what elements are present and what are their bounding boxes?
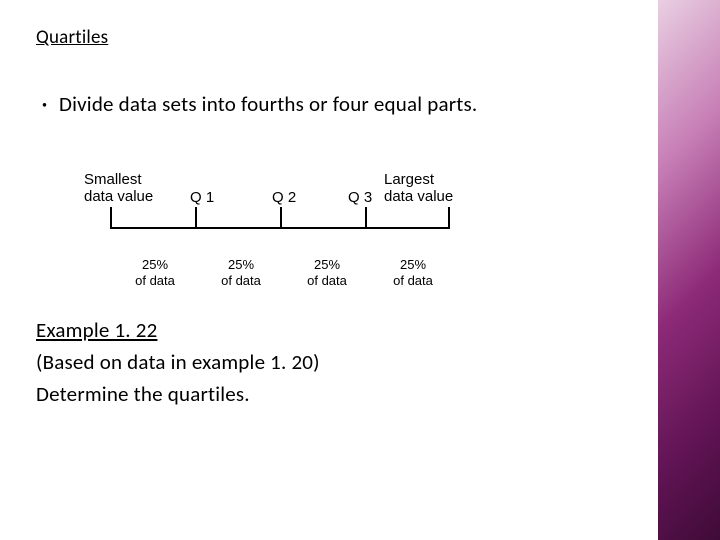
segment-4-pct: 25% — [378, 257, 448, 273]
segment-3-pct: 25% — [292, 257, 362, 273]
segment-1-text: of data — [120, 273, 190, 289]
example-line-2: Determine the quartiles. — [36, 381, 684, 407]
label-smallest: Smallest data value — [84, 171, 153, 206]
slide-title: Quartiles — [36, 26, 684, 49]
segment-4-text: of data — [378, 273, 448, 289]
example-block: Example 1. 22 (Based on data in example … — [36, 317, 684, 407]
label-q1: Q 1 — [190, 189, 214, 206]
bullet-text: Divide data sets into fourths or four eq… — [59, 91, 477, 117]
slide-content: Quartiles • Divide data sets into fourth… — [0, 0, 720, 407]
segment-1-pct: 25% — [120, 257, 190, 273]
segment-2-text: of data — [206, 273, 276, 289]
tick-q2 — [280, 207, 282, 229]
example-heading: Example 1. 22 — [36, 317, 684, 343]
bullet-row: • Divide data sets into fourths or four … — [42, 91, 684, 119]
number-line — [110, 227, 450, 251]
side-accent — [658, 0, 720, 540]
tick-max — [448, 207, 450, 229]
segment-3: 25% of data — [292, 257, 362, 288]
tick-min — [110, 207, 112, 229]
tick-q3 — [365, 207, 367, 229]
segment-2: 25% of data — [206, 257, 276, 288]
bullet-dot-icon: • — [42, 91, 47, 119]
tick-q1 — [195, 207, 197, 229]
quartile-diagram: Smallest data value Q 1 Q 2 Q 3 Largest … — [84, 171, 484, 291]
label-largest: Largest data value — [384, 171, 453, 206]
label-q2: Q 2 — [272, 189, 296, 206]
label-q3: Q 3 — [348, 189, 372, 206]
segment-2-pct: 25% — [206, 257, 276, 273]
segment-1: 25% of data — [120, 257, 190, 288]
segment-3-text: of data — [292, 273, 362, 289]
example-line-1: (Based on data in example 1. 20) — [36, 349, 684, 375]
segment-4: 25% of data — [378, 257, 448, 288]
